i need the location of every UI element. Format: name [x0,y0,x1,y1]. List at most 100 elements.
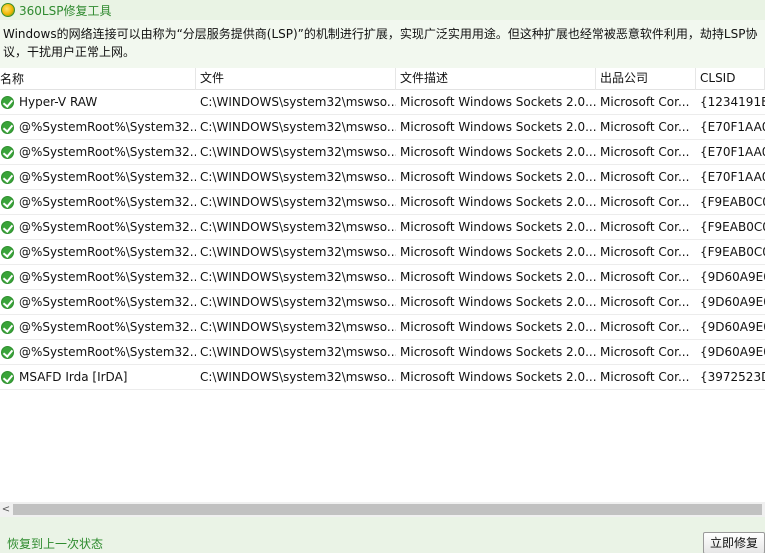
column-header-name[interactable]: 名称 [0,68,196,90]
cell-name: @%SystemRoot%\System32... [0,165,196,190]
cell-file: C:\WINDOWS\system32\mswso... [200,194,396,209]
cell-file: C:\WINDOWS\system32\mswso... [200,219,396,234]
cell-name-text: @%SystemRoot%\System32... [19,319,196,334]
cell-clsid: {9D60A9E0-... [700,294,765,309]
horizontal-scrollbar[interactable]: < [0,502,765,517]
column-header-file[interactable]: 文件 [196,68,396,90]
table-row[interactable]: MSAFD Irda [IrDA] C:\WINDOWS\system32\msw… [0,365,765,390]
cell-file: C:\WINDOWS\system32\mswso... [200,169,396,184]
check-circle-icon [1,145,14,159]
cell-clsid: {E70F1AA0-... [700,119,765,134]
cell-description: Microsoft Windows Sockets 2.0... [400,269,596,284]
cell-name-text: @%SystemRoot%\System32... [19,144,196,159]
bottom-bar: 恢复到上一次状态 立即修复 [0,517,765,553]
title-bar: 360LSP修复工具 [0,0,765,20]
table-row[interactable]: @%SystemRoot%\System32... C:\WINDOWS\syst… [0,265,765,290]
cell-file: C:\WINDOWS\system32\mswso... [200,244,396,259]
check-circle-icon [1,95,14,109]
cell-description: Microsoft Windows Sockets 2.0... [400,94,596,109]
cell-name: @%SystemRoot%\System32... [0,240,196,265]
cell-clsid: {9D60A9E0-... [700,269,765,284]
table-row[interactable]: @%SystemRoot%\System32... C:\WINDOWS\syst… [0,215,765,240]
check-circle-icon [1,245,14,259]
check-circle-icon [1,170,14,184]
cell-clsid: {F9EAB0C0-... [700,194,765,209]
cell-name: @%SystemRoot%\System32... [0,215,196,240]
table-row[interactable]: @%SystemRoot%\System32... C:\WINDOWS\syst… [0,190,765,215]
table-row[interactable]: @%SystemRoot%\System32... C:\WINDOWS\syst… [0,290,765,315]
cell-name-text: @%SystemRoot%\System32... [19,244,196,259]
cell-clsid: {9D60A9E0-... [700,319,765,334]
check-circle-icon [1,370,14,384]
cell-name-text: @%SystemRoot%\System32... [19,119,196,134]
cell-clsid: {E70F1AA0-... [700,169,765,184]
check-circle-icon [1,320,14,334]
cell-clsid: {3972523D-... [700,369,765,384]
column-header-description[interactable]: 文件描述 [396,68,596,90]
cell-description: Microsoft Windows Sockets 2.0... [400,244,596,259]
cell-clsid: {9D60A9E0-... [700,344,765,359]
scroll-thumb[interactable] [13,504,762,515]
scroll-left-arrow[interactable]: < [0,502,12,517]
cell-description: Microsoft Windows Sockets 2.0... [400,319,596,334]
table-row[interactable]: @%SystemRoot%\System32... C:\WINDOWS\syst… [0,315,765,340]
cell-name-text: @%SystemRoot%\System32... [19,194,196,209]
table-row[interactable]: Hyper-V RAW C:\WINDOWS\system32\mswso... M… [0,90,765,115]
repair-now-button[interactable]: 立即修复 [703,532,765,553]
cell-name-text: @%SystemRoot%\System32... [19,169,196,184]
column-header-company[interactable]: 出品公司 [596,68,696,90]
cell-name: @%SystemRoot%\System32... [0,115,196,140]
description-text: Windows的网络连接可以由称为“分层服务提供商(LSP)”的机制进行扩展，实… [0,20,765,68]
cell-name: Hyper-V RAW [0,90,196,115]
window-title: 360LSP修复工具 [19,3,112,18]
cell-clsid: {1234191B-... [700,94,765,109]
cell-file: C:\WINDOWS\system32\mswso... [200,319,396,334]
restore-previous-link[interactable]: 恢复到上一次状态 [7,535,103,552]
cell-company: Microsoft Cor... [600,194,690,209]
cell-clsid: {F9EAB0C0-... [700,219,765,234]
cell-name-text: @%SystemRoot%\System32... [19,219,196,234]
table-row[interactable]: @%SystemRoot%\System32... C:\WINDOWS\syst… [0,340,765,365]
table-header: 名称 文件 文件描述 出品公司 CLSID [0,68,765,90]
cell-company: Microsoft Cor... [600,344,690,359]
cell-description: Microsoft Windows Sockets 2.0... [400,144,596,159]
check-circle-icon [1,195,14,209]
cell-description: Microsoft Windows Sockets 2.0... [400,344,596,359]
cell-company: Microsoft Cor... [600,169,690,184]
cell-file: C:\WINDOWS\system32\mswso... [200,294,396,309]
cell-company: Microsoft Cor... [600,319,690,334]
check-circle-icon [1,220,14,234]
cell-name-text: Hyper-V RAW [19,94,98,109]
cell-description: Microsoft Windows Sockets 2.0... [400,169,596,184]
cell-name: @%SystemRoot%\System32... [0,290,196,315]
cell-name: @%SystemRoot%\System32... [0,190,196,215]
cell-file: C:\WINDOWS\system32\mswso... [200,144,396,159]
cell-clsid: {E70F1AA0-... [700,144,765,159]
cell-description: Microsoft Windows Sockets 2.0... [400,219,596,234]
cell-name-text: @%SystemRoot%\System32... [19,294,196,309]
cell-description: Microsoft Windows Sockets 2.0... [400,294,596,309]
table-row[interactable]: @%SystemRoot%\System32... C:\WINDOWS\syst… [0,240,765,265]
table-row[interactable]: @%SystemRoot%\System32... C:\WINDOWS\syst… [0,165,765,190]
cell-company: Microsoft Cor... [600,144,690,159]
cell-name-text: MSAFD Irda [IrDA] [19,369,128,384]
cell-name-text: @%SystemRoot%\System32... [19,269,196,284]
column-header-clsid[interactable]: CLSID [696,68,765,90]
cell-name: MSAFD Irda [IrDA] [0,365,196,390]
cell-company: Microsoft Cor... [600,294,690,309]
cell-description: Microsoft Windows Sockets 2.0... [400,194,596,209]
check-circle-icon [1,345,14,359]
lsp-table: 名称 文件 文件描述 出品公司 CLSID Hyper-V RAW C:\WIND… [0,68,765,390]
cell-name: @%SystemRoot%\System32... [0,140,196,165]
scroll-track[interactable] [12,502,765,517]
cell-file: C:\WINDOWS\system32\mswso... [200,269,396,284]
cell-file: C:\WINDOWS\system32\mswso... [200,94,396,109]
cell-company: Microsoft Cor... [600,244,690,259]
table-row[interactable]: @%SystemRoot%\System32... C:\WINDOWS\syst… [0,140,765,165]
cell-name-text: @%SystemRoot%\System32... [19,344,196,359]
table-row[interactable]: @%SystemRoot%\System32... C:\WINDOWS\syst… [0,115,765,140]
cell-description: Microsoft Windows Sockets 2.0... [400,119,596,134]
cell-name: @%SystemRoot%\System32... [0,265,196,290]
app-logo-icon [1,3,15,17]
cell-file: C:\WINDOWS\system32\mswso... [200,369,396,384]
